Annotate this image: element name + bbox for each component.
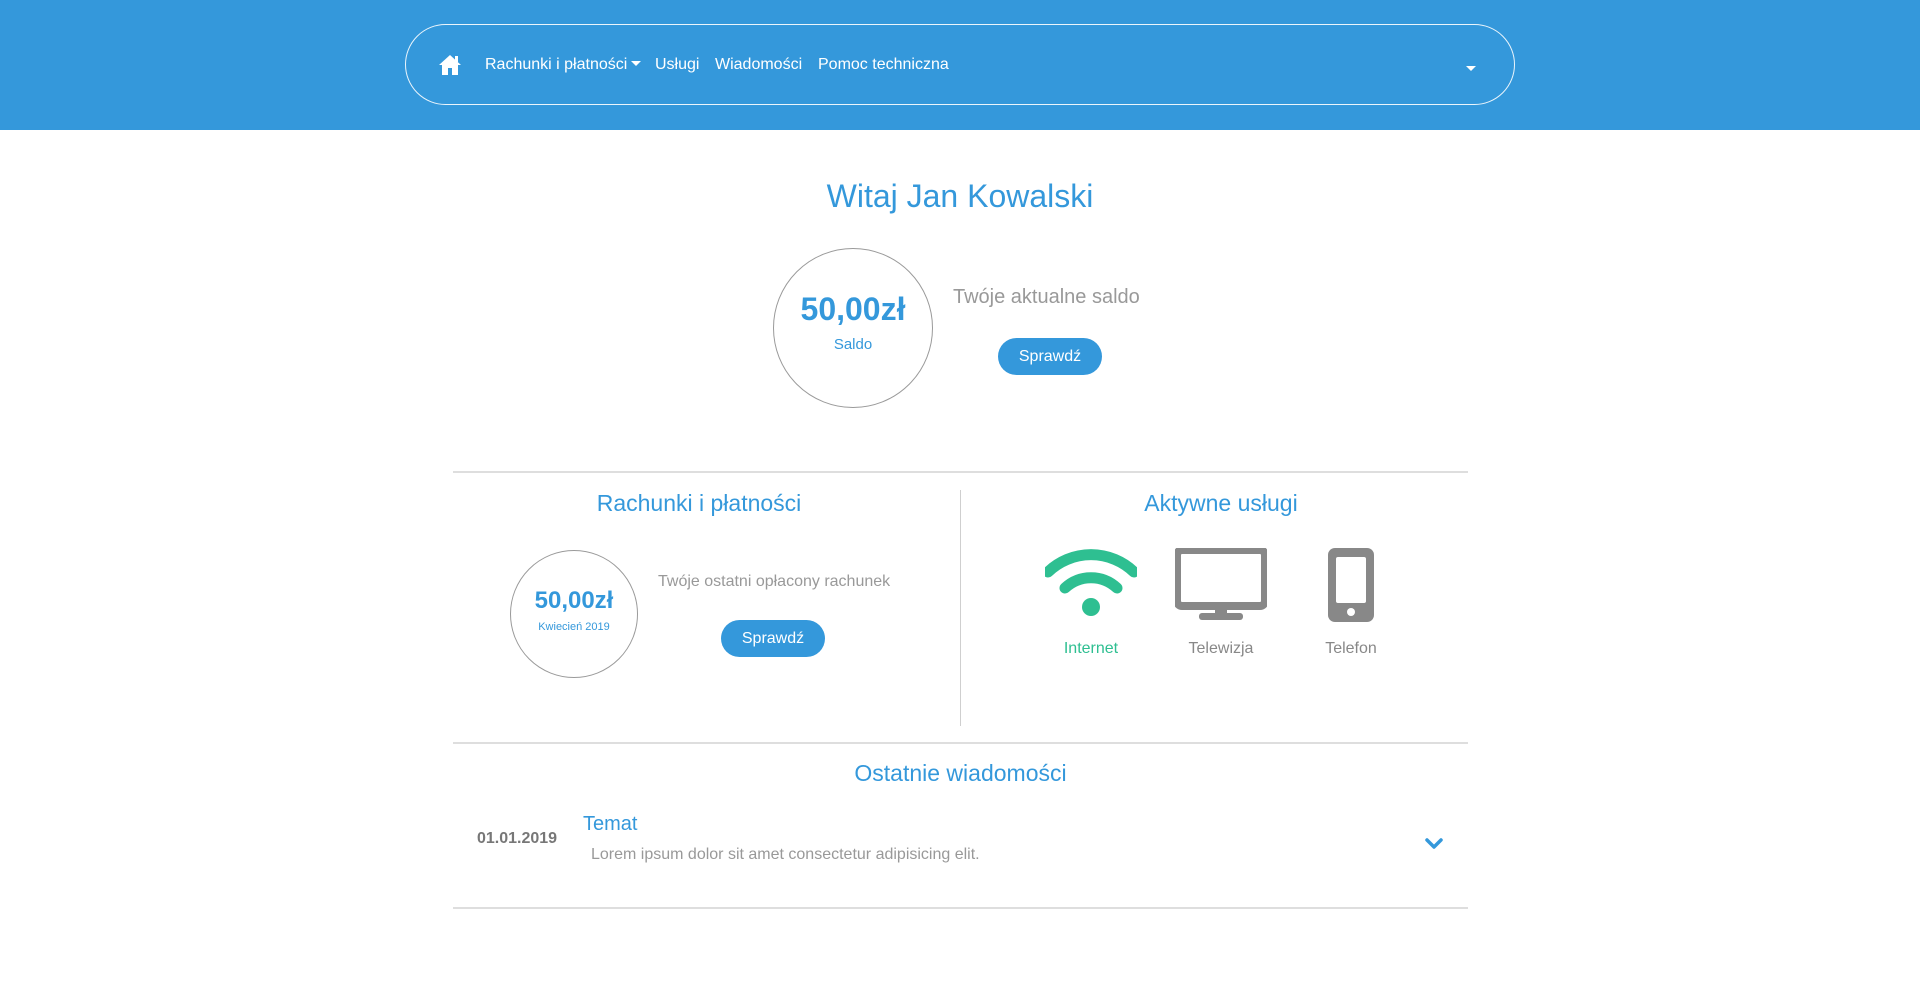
section-divider [960,490,961,726]
message-subject[interactable]: Temat [583,813,637,836]
divider [453,907,1468,909]
chevron-down-icon [631,61,642,66]
message-date: 01.01.2019 [477,830,558,847]
monitor-icon [1171,548,1271,626]
chevron-down-icon[interactable] [1424,836,1444,852]
last-bill-period: Kwiecień 2019 [538,621,610,633]
divider [453,742,1468,744]
balance-description: Twóje aktualne saldo [953,286,1140,308]
service-label: Telewizja [1188,640,1254,657]
main-navbar: Rachunki i płatności Usługi Wiadomości P… [405,24,1515,105]
message-preview: Lorem ipsum dolor sit amet consectetur a… [591,846,980,863]
caret-down-icon [1466,66,1476,71]
service-internet[interactable]: Internet [1041,548,1141,658]
phone-icon [1301,548,1401,626]
nav-item-support[interactable]: Pomoc techniczna [818,55,949,75]
services-section-title: Aktywne usługi [1144,490,1298,516]
service-label: Telefon [1325,640,1377,657]
wifi-icon [1041,548,1141,626]
last-bill-amount: 50,00zł [534,587,614,614]
nav-item-bills[interactable]: Rachunki i płatności [485,55,642,75]
last-bill-circle: 50,00zł Kwiecień 2019 [510,550,638,678]
messages-section-title: Ostatnie wiadomości [854,760,1067,786]
service-label: Internet [1063,640,1119,657]
divider [453,471,1468,473]
bills-section-title: Rachunki i płatności [596,490,802,516]
service-tv[interactable]: Telewizja [1171,548,1271,658]
balance-label: Saldo [833,336,873,353]
balance-amount: 50,00zł [800,291,906,327]
home-icon[interactable] [438,54,462,76]
user-menu-toggle[interactable] [1464,61,1478,71]
check-balance-button[interactable]: Sprawdź [998,338,1102,375]
balance-circle: 50,00zł Saldo [773,248,933,408]
nav-item-services[interactable]: Usługi [655,55,699,75]
page-title: Witaj Jan Kowalski [826,178,1094,214]
check-bill-button[interactable]: Sprawdź [721,620,825,657]
top-header: Rachunki i płatności Usługi Wiadomości P… [0,0,1920,130]
last-bill-description: Twóje ostatni opłacony rachunek [658,573,891,590]
service-phone[interactable]: Telefon [1301,548,1401,658]
nav-item-messages[interactable]: Wiadomości [715,55,802,75]
